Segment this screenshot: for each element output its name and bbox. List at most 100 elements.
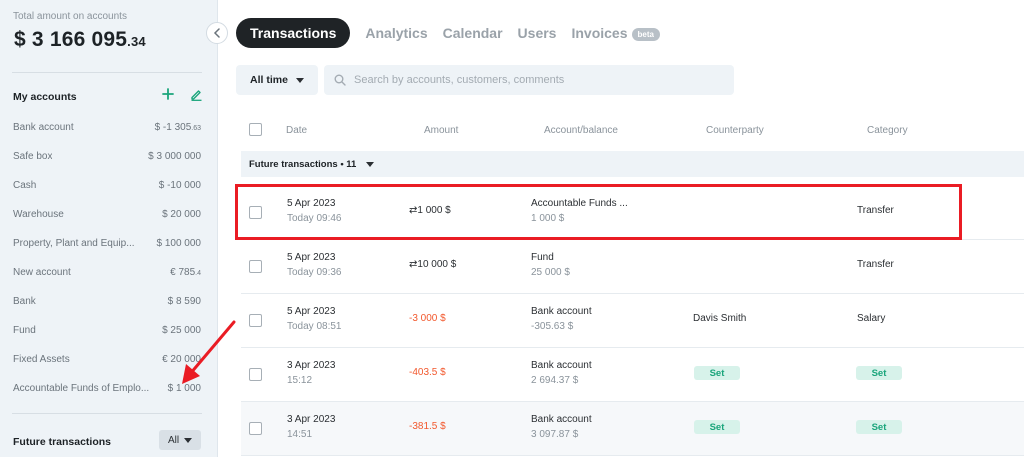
row-time: Today 09:36 [287, 267, 342, 278]
account-balance: $ 8 590 [168, 296, 201, 307]
account-name: Cash [13, 179, 37, 191]
future-filter-select[interactable]: All [159, 430, 201, 450]
table-row[interactable]: 5 Apr 2023 Today 09:36 ⇄10 000 $ Fund 25… [241, 240, 1024, 294]
collapse-sidebar-button[interactable] [206, 22, 228, 44]
row-date: 5 Apr 2023 [287, 198, 336, 209]
header-amount[interactable]: Amount [424, 125, 458, 136]
account-balance: $ 100 000 [157, 238, 202, 249]
account-item[interactable]: Safe box $ 3 000 000 [13, 146, 201, 166]
row-checkbox[interactable] [249, 206, 262, 219]
tab-users[interactable]: Users [518, 25, 557, 41]
tab-calendar[interactable]: Calendar [443, 25, 503, 41]
table-row[interactable]: 3 Apr 2023 15:12 -403.5 $ Bank account 2… [241, 348, 1024, 402]
account-name: Accountable Funds of Emplo... [13, 382, 150, 394]
my-accounts-title: My accounts [13, 91, 77, 103]
row-balance: 2 694.37 $ [531, 375, 579, 386]
beta-badge: beta [631, 27, 660, 41]
account-balance: € 785.4 [170, 267, 201, 278]
account-balance-main: $ 20 000 [162, 208, 201, 220]
account-balance-main: $ 3 000 000 [148, 150, 201, 162]
row-checkbox[interactable] [249, 260, 262, 273]
divider [12, 72, 202, 73]
header-account[interactable]: Account/balance [544, 125, 618, 136]
row-checkbox[interactable] [249, 314, 262, 327]
account-name: Fixed Assets [13, 353, 70, 365]
row-category: Transfer [857, 259, 894, 270]
account-item[interactable]: Fund $ 25 000 [13, 320, 201, 340]
account-actions [160, 86, 204, 102]
select-all-checkbox[interactable] [249, 123, 262, 136]
row-category: Salary [857, 313, 886, 324]
table-row[interactable]: 3 Apr 2023 14:51 -381.5 $ Bank account 3… [241, 402, 1024, 456]
row-date: 3 Apr 2023 [287, 414, 336, 425]
account-item[interactable]: Accountable Funds of Emplo... $ 1 000 [13, 378, 201, 398]
sidebar: Total amount on accounts $ 3 166 095.34 … [0, 0, 218, 457]
table-row[interactable]: 5 Apr 2023 Today 09:46 ⇄1 000 $ Accounta… [241, 186, 1024, 240]
main-tabs: Transactions Analytics Calendar Users In… [236, 18, 660, 48]
header-category[interactable]: Category [867, 125, 908, 136]
account-name: Warehouse [13, 208, 64, 220]
header-date[interactable]: Date [286, 125, 307, 136]
row-date: 5 Apr 2023 [287, 306, 336, 317]
account-balance: $ 20 000 [162, 209, 201, 220]
search-input[interactable] [354, 74, 714, 86]
total-amount-main: $ 3 166 095 [14, 28, 128, 51]
table-row[interactable]: 5 Apr 2023 Today 08:51 -3 000 $ Bank acc… [241, 294, 1024, 348]
edit-icon[interactable] [188, 86, 204, 102]
search-bar[interactable] [324, 65, 734, 95]
tab-transactions[interactable]: Transactions [236, 18, 351, 48]
header-counterparty[interactable]: Counterparty [706, 125, 764, 136]
row-amount: -3 000 $ [409, 313, 446, 324]
account-item[interactable]: New account € 785.4 [13, 262, 201, 282]
row-time: 15:12 [287, 375, 313, 386]
row-amount: ⇄1 000 $ [409, 205, 451, 216]
future-transactions-group[interactable]: Future transactions • 11 [241, 151, 1024, 177]
account-balance: $ -10 000 [159, 180, 201, 191]
account-balance-main: € 785 [170, 266, 196, 278]
account-name: Bank account [13, 121, 74, 133]
row-checkbox[interactable] [249, 422, 262, 435]
account-balance-cents: .63 [191, 124, 201, 132]
account-balance: $ -1 305.63 [155, 122, 201, 133]
row-account: Bank account [531, 306, 592, 317]
total-amount-cents: .34 [127, 34, 146, 49]
future-filter-value: All [167, 434, 180, 446]
tab-analytics[interactable]: Analytics [365, 25, 427, 41]
account-balance-main: $ 8 590 [167, 295, 201, 307]
chevron-left-icon [213, 28, 220, 38]
account-item[interactable]: Cash $ -10 000 [13, 175, 201, 195]
row-checkbox[interactable] [249, 368, 262, 381]
tab-invoices-label: Invoices [571, 25, 628, 41]
tab-invoices[interactable]: Invoices beta [571, 25, 660, 41]
account-name: Fund [13, 324, 36, 336]
account-balance: $ 3 000 000 [148, 151, 201, 162]
divider [12, 413, 202, 414]
row-account: Accountable Funds ... [531, 198, 628, 209]
account-name: Bank [13, 295, 36, 307]
row-balance: 1 000 $ [531, 213, 565, 224]
account-item[interactable]: Fixed Assets € 20 000 [13, 349, 201, 369]
set-counterparty-button[interactable]: Set [694, 420, 740, 434]
set-category-button[interactable]: Set [856, 420, 902, 434]
row-balance: 3 097.87 $ [531, 429, 579, 440]
set-counterparty-button[interactable]: Set [694, 366, 740, 380]
row-time: 14:51 [287, 429, 313, 440]
caret-down-icon [366, 161, 375, 167]
account-name: Property, Plant and Equip... [13, 237, 135, 249]
account-name: New account [13, 266, 71, 278]
account-item[interactable]: Bank account $ -1 305.63 [13, 117, 201, 137]
caret-down-icon [184, 437, 193, 443]
row-date: 5 Apr 2023 [287, 252, 336, 263]
account-item[interactable]: Bank $ 8 590 [13, 291, 201, 311]
account-item[interactable]: Property, Plant and Equip... $ 100 000 [13, 233, 201, 253]
row-counterparty: Davis Smith [693, 313, 747, 324]
row-amount: ⇄10 000 $ [409, 259, 457, 270]
set-category-button[interactable]: Set [856, 366, 902, 380]
plus-icon[interactable] [160, 86, 176, 102]
account-item[interactable]: Warehouse $ 20 000 [13, 204, 201, 224]
period-filter-button[interactable]: All time [236, 65, 318, 95]
group-label: Future transactions • 11 [249, 158, 357, 170]
row-date: 3 Apr 2023 [287, 360, 336, 371]
period-filter-label: All time [250, 74, 288, 86]
table-header: Date Amount Account/balance Counterparty… [236, 118, 1024, 142]
